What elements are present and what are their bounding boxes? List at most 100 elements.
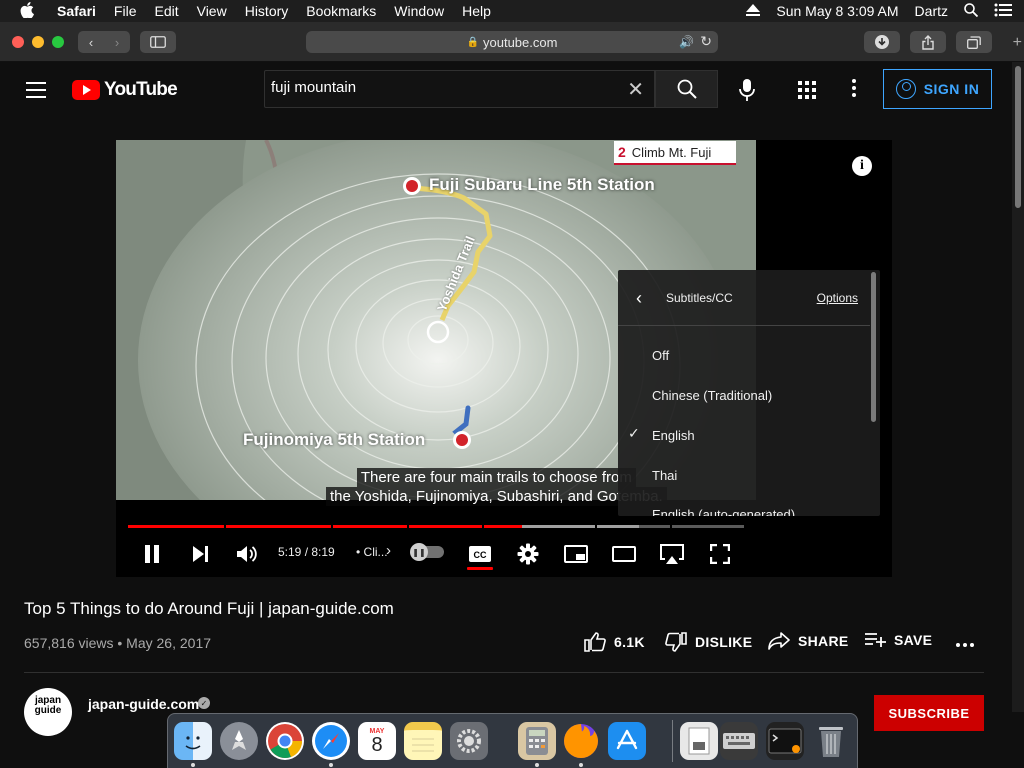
downloads-button[interactable] xyxy=(864,31,900,53)
tab-overview-button[interactable] xyxy=(956,31,992,53)
channel-avatar[interactable]: japan guide xyxy=(24,688,72,736)
subtitles-menu-title[interactable]: Subtitles/CC xyxy=(666,291,733,305)
menu-file[interactable]: File xyxy=(114,3,137,19)
subtitles-menu-scrollbar[interactable] xyxy=(871,272,876,422)
miniplayer-button[interactable] xyxy=(562,540,590,568)
keyboard-window-icon[interactable] xyxy=(720,722,758,760)
youtube-logo[interactable]: YouTube xyxy=(72,79,178,101)
share-arrow-icon xyxy=(768,632,790,650)
chrome-icon[interactable] xyxy=(266,722,304,760)
tabs-icon xyxy=(967,35,981,49)
subtitle-option-chinese-traditional[interactable]: Chinese (Traditional) xyxy=(618,375,870,415)
save-button[interactable]: SAVE xyxy=(864,632,932,648)
subtitle-option-english-auto[interactable]: English (auto-generated) xyxy=(618,494,870,517)
menu-view[interactable]: View xyxy=(197,3,227,19)
sign-in-button[interactable]: SIGN IN xyxy=(883,69,992,109)
settings-more-icon[interactable] xyxy=(852,79,856,100)
trash-icon[interactable] xyxy=(812,722,850,760)
svg-text:CC: CC xyxy=(474,550,487,560)
apps-grid-icon[interactable] xyxy=(798,81,816,99)
station-marker-top xyxy=(403,177,421,195)
search-box[interactable]: ✕ xyxy=(264,70,655,108)
launchpad-icon[interactable] xyxy=(220,722,258,760)
forward-arrow-icon[interactable]: › xyxy=(104,35,130,50)
notes-icon[interactable] xyxy=(404,722,442,760)
next-button[interactable] xyxy=(186,540,214,568)
calendar-icon[interactable]: MAY 8 xyxy=(358,722,396,760)
minimize-window-button[interactable] xyxy=(32,36,44,48)
autoplay-toggle[interactable]: ❚❚ xyxy=(410,543,444,561)
menu-help[interactable]: Help xyxy=(462,3,491,19)
reload-icon[interactable]: ↻ xyxy=(700,33,712,50)
menu-bookmarks[interactable]: Bookmarks xyxy=(306,3,376,19)
back-arrow-icon[interactable]: ‹ xyxy=(78,35,104,50)
back-forward-buttons[interactable]: ‹ › xyxy=(78,31,130,53)
menu-history[interactable]: History xyxy=(245,3,289,19)
zoom-window-button[interactable] xyxy=(52,36,64,48)
subtitle-option-label: Chinese (Traditional) xyxy=(652,387,773,403)
search-input[interactable] xyxy=(271,79,611,96)
clear-search-icon[interactable]: ✕ xyxy=(627,77,644,102)
terminal-window-icon[interactable] xyxy=(766,722,804,760)
subscribe-button[interactable]: SUBSCRIBE xyxy=(874,695,984,731)
video-captions: There are four main trails to choose fro… xyxy=(326,468,667,506)
speaker-icon[interactable]: 🔊 xyxy=(679,35,694,49)
miniplayer-icon xyxy=(564,545,588,563)
subtitle-option-english[interactable]: ✓ English xyxy=(618,415,870,455)
menubar-user[interactable]: Dartz xyxy=(915,3,948,19)
app-store-icon[interactable] xyxy=(608,722,646,760)
fullscreen-button[interactable] xyxy=(706,540,734,568)
calculator-icon[interactable] xyxy=(518,722,556,760)
settings-button[interactable] xyxy=(514,540,542,568)
sidebar-toggle-button[interactable] xyxy=(140,31,176,53)
volume-button[interactable] xyxy=(233,540,261,568)
map-label-fujinomiya-station: Fujinomiya 5th Station xyxy=(243,430,426,449)
subtitles-button[interactable]: CC xyxy=(466,540,494,568)
search-button[interactable] xyxy=(655,70,718,108)
step-label: Climb Mt. Fuji xyxy=(631,144,712,160)
player-controls: 5:19 / 8:19 • Cli... › ❚❚ CC xyxy=(116,532,756,576)
menu-edit[interactable]: Edit xyxy=(154,3,178,19)
new-tab-icon[interactable]: + xyxy=(1013,34,1022,52)
dislike-button[interactable]: DISLIKE xyxy=(665,632,752,652)
info-icon[interactable]: i xyxy=(852,156,872,176)
menubar-clock[interactable]: Sun May 8 3:09 AM xyxy=(776,3,898,19)
channel-name[interactable]: japan-guide.com xyxy=(88,696,199,712)
document-preview-icon[interactable] xyxy=(680,722,718,760)
back-chevron-icon[interactable]: ‹ xyxy=(636,288,642,309)
address-bar[interactable]: 🔒 youtube.com 🔊 ↻ xyxy=(306,31,718,53)
airplay-button[interactable] xyxy=(658,540,686,568)
control-center-icon[interactable] xyxy=(994,3,1012,20)
chapter-chevron-icon[interactable]: › xyxy=(386,542,391,559)
share-page-button[interactable] xyxy=(910,31,946,53)
like-button[interactable]: 6.1K xyxy=(584,632,645,652)
safari-icon[interactable] xyxy=(312,722,350,760)
menu-safari[interactable]: Safari xyxy=(57,3,96,19)
subtitle-option-label: Thai xyxy=(652,467,678,483)
menu-window[interactable]: Window xyxy=(394,3,444,19)
eject-icon[interactable] xyxy=(746,3,761,19)
video-player[interactable]: Fuji Subaru Line 5th Station Yoshida Tra… xyxy=(116,140,892,577)
view-count-date: 657,816 views • May 26, 2017 xyxy=(24,635,212,651)
progress-bar[interactable] xyxy=(128,525,744,528)
microphone-icon[interactable] xyxy=(736,78,758,102)
apple-icon[interactable] xyxy=(20,1,38,21)
scrollbar-thumb[interactable] xyxy=(1015,66,1021,208)
theater-mode-button[interactable] xyxy=(610,540,638,568)
close-window-button[interactable] xyxy=(12,36,24,48)
hamburger-menu-icon[interactable] xyxy=(26,82,46,103)
chapter-title[interactable]: • Cli... xyxy=(356,545,388,559)
more-actions-icon[interactable] xyxy=(956,643,974,647)
dock-separator xyxy=(672,720,673,762)
firefox-icon[interactable] xyxy=(562,722,600,760)
share-button[interactable]: SHARE xyxy=(768,632,849,650)
subtitles-options-link[interactable]: Options xyxy=(817,291,858,305)
system-preferences-icon[interactable] xyxy=(450,722,488,760)
page-scrollbar[interactable] xyxy=(1012,62,1024,712)
autoplay-pause-icon: ❚❚ xyxy=(410,543,428,561)
subtitle-option-off[interactable]: Off xyxy=(618,335,870,375)
pause-button[interactable] xyxy=(138,540,166,568)
spotlight-icon[interactable] xyxy=(964,2,979,20)
finder-icon[interactable] xyxy=(174,722,212,760)
subtitle-option-thai[interactable]: Thai xyxy=(618,455,870,495)
